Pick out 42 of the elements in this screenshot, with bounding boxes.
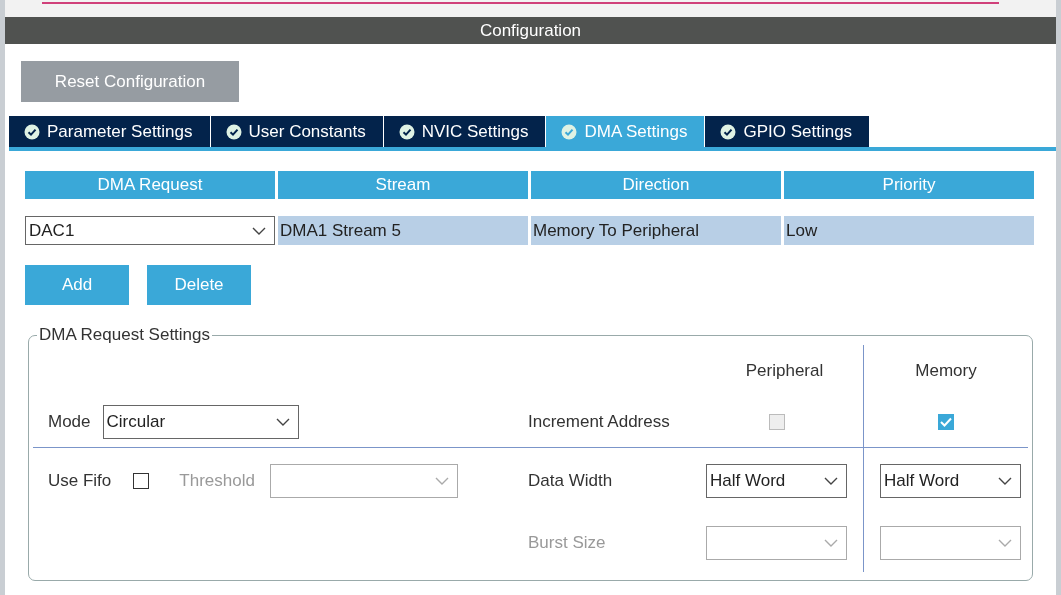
threshold-dropdown[interactable] — [269, 464, 458, 498]
table-cell: Low — [784, 216, 1034, 245]
panel-title: Configuration — [5, 17, 1056, 44]
column-header: Direction — [531, 171, 781, 199]
chevron-down-icon — [998, 477, 1012, 485]
table-cell: DMA1 Stream 5 — [278, 216, 528, 245]
check-circle-icon — [561, 123, 578, 140]
chevron-down-icon — [434, 477, 449, 485]
tab[interactable]: User Constants — [210, 116, 384, 147]
tab[interactable]: Parameter Settings — [9, 116, 211, 147]
column-header: Stream — [278, 171, 528, 199]
burst-size-dropdown[interactable] — [706, 526, 847, 560]
check-circle-icon — [720, 123, 737, 140]
dma-request-dropdown[interactable]: DAC1 — [25, 216, 275, 245]
chevron-down-icon — [252, 226, 266, 235]
tab[interactable]: GPIO Settings — [705, 116, 871, 147]
check-circle-icon — [24, 123, 40, 140]
chevron-down-icon — [824, 477, 838, 485]
increment-address-label: Increment Address — [528, 412, 670, 432]
chevron-down-icon — [275, 418, 290, 426]
burst-size-label: Burst Size — [528, 533, 606, 553]
mode-label: Mode — [48, 412, 91, 432]
check-circle-icon — [398, 123, 415, 140]
checkbox[interactable] — [133, 473, 150, 489]
column-label: Peripheral — [745, 361, 824, 381]
burst-size-dropdown[interactable] — [880, 526, 1021, 560]
checkbox[interactable] — [938, 414, 954, 430]
column-header: DMA Request — [25, 171, 275, 199]
column-label: Memory — [915, 361, 977, 381]
threshold-label: Threshold — [179, 471, 255, 491]
use-fifo-label: Use Fifo — [48, 471, 112, 491]
data-width-label: Data Width — [528, 471, 613, 491]
chevron-down-icon — [998, 539, 1012, 547]
column-header: Priority — [784, 171, 1034, 199]
group-title: DMA Request Settings — [38, 325, 212, 345]
mode-dropdown[interactable]: Circular — [102, 405, 299, 439]
data-width-dropdown[interactable]: Half Word — [706, 464, 847, 498]
check-circle-icon — [225, 123, 242, 140]
chevron-down-icon — [824, 539, 838, 547]
tab[interactable]: NVIC Settings — [383, 116, 547, 147]
data-width-dropdown[interactable]: Half Word — [880, 464, 1021, 498]
table-cell: Memory To Peripheral — [531, 216, 781, 245]
